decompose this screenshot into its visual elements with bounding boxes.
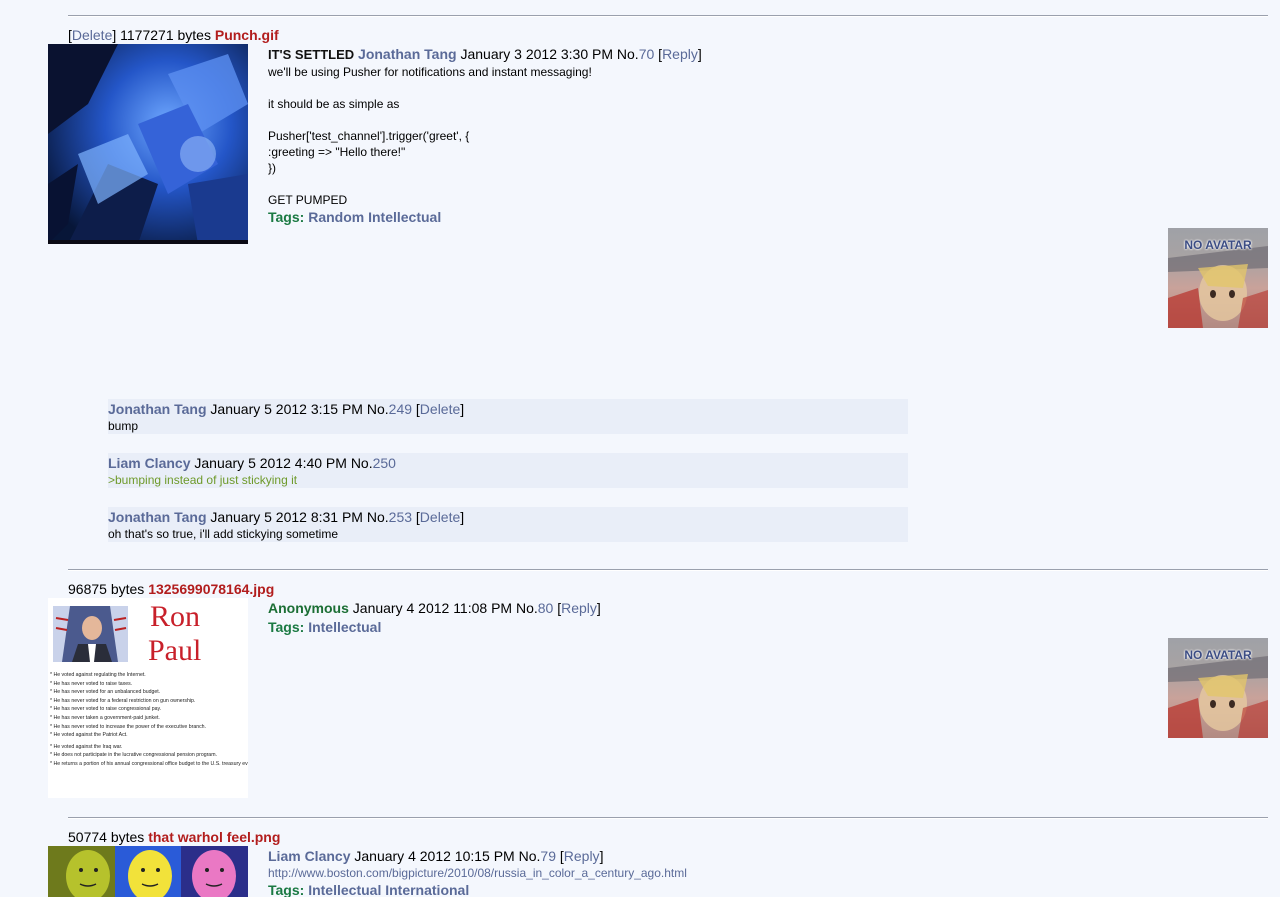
thumb-bullet-item: * He has never voted for an unbalanced b… — [50, 689, 161, 696]
op-post-body: we'll be using Pusher for notifications … — [268, 65, 592, 207]
reply-post: Jonathan Tang January 5 2012 3:15 PM No.… — [108, 399, 908, 434]
thread-thumbnail-ron-paul[interactable]: Ron Paul * He voted against regulating t… — [48, 598, 248, 798]
post-number-label: No. — [366, 509, 389, 525]
file-info: 96875 bytes 1325699078164.jpg — [68, 581, 274, 597]
avatar-caption: NO AVATAR — [1184, 238, 1252, 252]
post-subject: IT'S SETTLED — [268, 47, 355, 62]
reply-header: Jonathan Tang January 5 2012 8:31 PM No.… — [108, 509, 465, 525]
delete-link[interactable]: Delete — [420, 509, 460, 525]
thumb-bullet-item: * He voted against the Patriot Act. — [50, 732, 128, 739]
reply-link[interactable]: Reply — [564, 848, 600, 864]
tags-label: Tags: — [268, 619, 305, 635]
reply-body-greentext: >bumping instead of just stickying it — [108, 473, 298, 487]
post-number-link[interactable]: 79 — [540, 848, 556, 864]
post-number-label: No. — [515, 600, 538, 616]
thread-thumbnail-warhol[interactable] — [48, 846, 248, 897]
post-number-label: No. — [350, 455, 373, 471]
poster-name[interactable]: Anonymous — [268, 600, 349, 616]
thumb-bullet-item: * He has never voted to raise taxes. — [50, 680, 133, 687]
thumb-bullet-list: * He voted against regulating the Intern… — [50, 671, 248, 769]
post-number-link[interactable]: 70 — [639, 46, 655, 62]
tags-value[interactable]: Random Intellectual — [308, 209, 441, 225]
reply-body: oh that's so true, i'll add stickying so… — [108, 527, 339, 541]
file-size: 50774 bytes — [68, 829, 145, 845]
op-post-header: Anonymous January 4 2012 11:08 PM No.80 … — [268, 600, 601, 616]
poster-name[interactable]: Jonathan Tang — [108, 509, 207, 525]
delete-link[interactable]: Delete — [72, 27, 112, 43]
post-number-link[interactable]: 250 — [373, 455, 396, 471]
op-post-header: IT'S SETTLED Jonathan Tang January 3 201… — [268, 46, 702, 62]
imageboard-page: [Delete] 1177271 bytes Punch.gif IT'S SE… — [0, 0, 1280, 897]
post-number-label: No. — [616, 46, 639, 62]
tags-value[interactable]: Intellectual — [308, 619, 381, 635]
no-avatar-image: NO AVATAR — [1168, 228, 1268, 328]
file-name-link[interactable]: Punch.gif — [215, 27, 279, 43]
reply-post: Jonathan Tang January 5 2012 8:31 PM No.… — [108, 507, 908, 542]
thumb-bullet-item: * He has never taken a government-paid j… — [50, 714, 160, 721]
thumb-bullet-item: * He has never voted for a federal restr… — [50, 697, 196, 704]
poster-name[interactable]: Jonathan Tang — [358, 46, 457, 62]
post-date: January 4 2012 10:15 PM — [354, 848, 515, 864]
thread-divider — [68, 15, 1268, 17]
tags-label: Tags: — [268, 882, 305, 897]
warhol-image — [48, 846, 248, 897]
delete-link[interactable]: Delete — [420, 401, 460, 417]
thumb-title-line: Ron — [150, 600, 201, 633]
post-link-line: http://www.boston.com/bigpicture/2010/08… — [268, 866, 687, 880]
post-tags: Tags: Random Intellectual — [268, 209, 441, 225]
poster-name[interactable]: Liam Clancy — [268, 848, 350, 864]
post-number-label: No. — [366, 401, 389, 417]
reply-header: Liam Clancy January 5 2012 4:40 PM No.25… — [108, 455, 396, 471]
thumb-bullet-item: * He voted against regulating the Intern… — [50, 672, 146, 678]
reply-link[interactable]: Reply — [561, 600, 597, 616]
file-size: 96875 bytes — [68, 581, 145, 597]
thumb-title: Ron Paul — [148, 600, 202, 668]
thumb-title-line: Paul — [148, 634, 202, 667]
reply-header: Jonathan Tang January 5 2012 3:15 PM No.… — [108, 401, 465, 417]
post-number-link[interactable]: 249 — [389, 401, 412, 417]
thread-divider — [68, 569, 1268, 571]
file-info: 50774 bytes that warhol feel.png — [68, 829, 280, 845]
file-name-link[interactable]: that warhol feel.png — [148, 829, 280, 845]
post-tags: Tags: Intellectual International — [268, 882, 469, 897]
tags-value[interactable]: Intellectual International — [308, 882, 469, 897]
post-number-link[interactable]: 80 — [538, 600, 554, 616]
no-avatar-image: NO AVATAR — [1168, 638, 1268, 738]
poster-name[interactable]: Jonathan Tang — [108, 401, 207, 417]
thumb-bullet-item: * He has never voted to raise congressio… — [50, 706, 162, 713]
post-date: January 5 2012 4:40 PM — [194, 455, 347, 471]
reply-body: bump — [108, 419, 139, 433]
avatar-caption: NO AVATAR — [1184, 648, 1252, 662]
post-tags: Tags: Intellectual — [268, 619, 381, 635]
post-number-label: No. — [518, 848, 541, 864]
thumb-bullet-item: * He has never voted to increase the pow… — [50, 723, 207, 730]
external-url-link[interactable]: http://www.boston.com/bigpicture/2010/08… — [268, 866, 687, 880]
thread-divider — [68, 817, 1268, 819]
file-info: [Delete] 1177271 bytes Punch.gif — [68, 27, 279, 43]
op-post-header: Liam Clancy January 4 2012 10:15 PM No.7… — [268, 848, 604, 864]
file-size: 1177271 bytes — [120, 27, 211, 43]
thumb-bullet-item: * He does not participate in the lucrati… — [50, 752, 217, 759]
post-number-link[interactable]: 253 — [389, 509, 412, 525]
post-date: January 5 2012 8:31 PM — [210, 509, 363, 525]
thumb-bullet-item: * He voted against the Iraq war. — [50, 743, 123, 750]
reply-link[interactable]: Reply — [662, 46, 698, 62]
post-date: January 3 2012 3:30 PM — [460, 46, 614, 62]
punch-image — [48, 44, 248, 244]
thumb-bullet-item: * He returns a portion of his annual con… — [50, 760, 248, 767]
post-date: January 4 2012 11:08 PM — [352, 600, 513, 616]
tags-label: Tags: — [268, 209, 305, 225]
thread-thumbnail-punch[interactable] — [48, 44, 248, 244]
file-name-link[interactable]: 1325699078164.jpg — [148, 581, 274, 597]
reply-post: Liam Clancy January 5 2012 4:40 PM No.25… — [108, 453, 908, 488]
post-date: January 5 2012 3:15 PM — [210, 401, 363, 417]
poster-name[interactable]: Liam Clancy — [108, 455, 190, 471]
